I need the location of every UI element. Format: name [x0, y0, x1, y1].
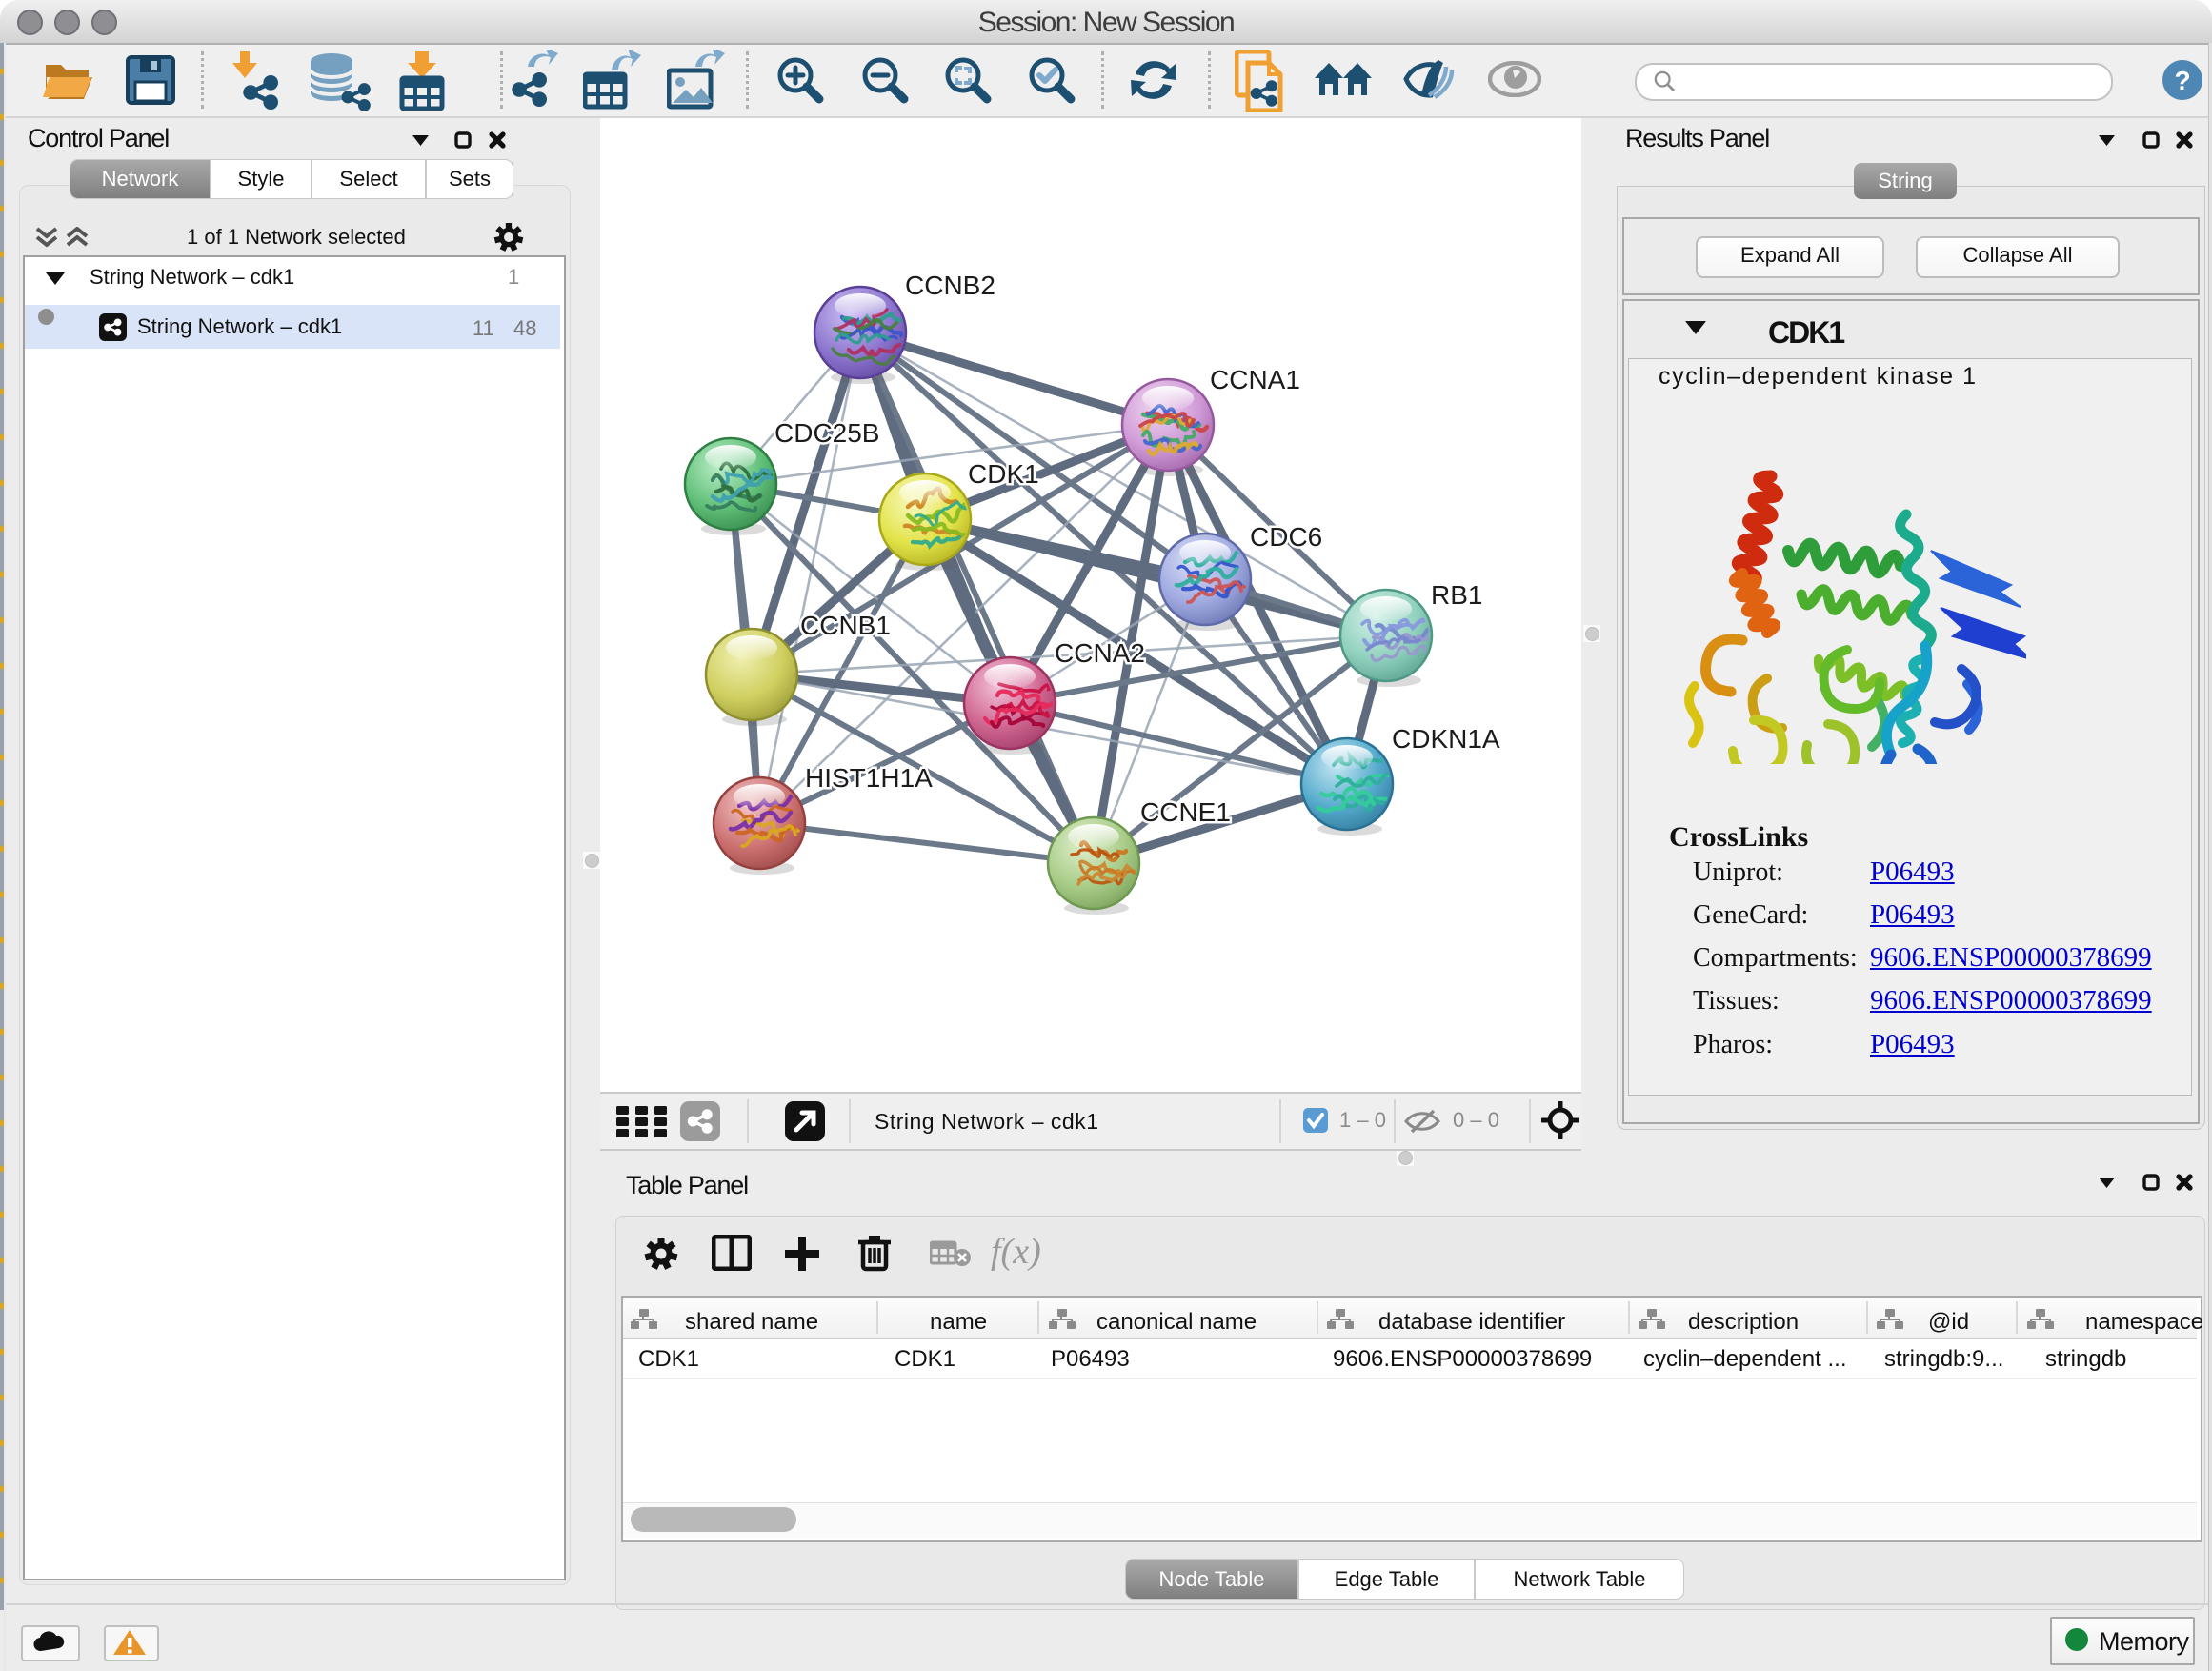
- svg-text:CCNB2: CCNB2: [905, 271, 995, 300]
- svg-text:CCNE1: CCNE1: [1140, 797, 1231, 827]
- svg-text:CDC6: CDC6: [1250, 522, 1322, 552]
- svg-text:CCNA1: CCNA1: [1210, 365, 1300, 394]
- svg-text:CDK1: CDK1: [968, 459, 1039, 489]
- svg-text:?: ?: [2174, 66, 2190, 95]
- svg-text:HIST1H1A: HIST1H1A: [805, 763, 933, 793]
- svg-text:CCNB1: CCNB1: [800, 611, 891, 640]
- svg-text:CCNA2: CCNA2: [1055, 638, 1145, 668]
- svg-text:CDKN1A: CDKN1A: [1392, 724, 1500, 754]
- svg-text:CDC25B: CDC25B: [774, 418, 879, 448]
- svg-text:RB1: RB1: [1431, 580, 1482, 610]
